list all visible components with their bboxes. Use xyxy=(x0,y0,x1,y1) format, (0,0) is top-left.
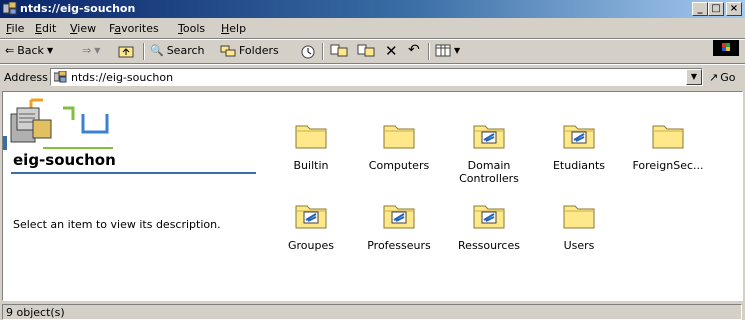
ou-folder-icon xyxy=(563,125,595,149)
address-dropdown-button[interactable]: ▼ xyxy=(686,69,702,85)
folder-item[interactable]: Computers xyxy=(356,120,442,172)
folder-item[interactable]: Domain Controllers xyxy=(446,120,532,185)
views-icon xyxy=(435,44,451,57)
folder-item-label: Professeurs xyxy=(367,239,431,252)
menu-tools[interactable]: Tools xyxy=(178,22,205,35)
dropdown-arrow-icon: ▼ xyxy=(454,46,461,55)
search-icon: 🔍 xyxy=(150,44,164,57)
toolbar-separator xyxy=(428,43,430,60)
move-to-icon xyxy=(330,44,348,57)
directory-icon xyxy=(54,71,67,83)
folder-icon xyxy=(383,125,415,149)
delete-x-icon: ✕ xyxy=(385,42,398,60)
toolbar-separator xyxy=(322,43,324,60)
menu-edit[interactable]: Edit xyxy=(35,22,56,35)
folder-item-label: Computers xyxy=(368,159,430,172)
history-button[interactable] xyxy=(300,44,316,59)
search-label: Search xyxy=(166,44,205,57)
window-title: ntds://eig-souchon xyxy=(20,2,136,15)
close-button[interactable]: × xyxy=(726,2,742,16)
folder-item-label: Domain Controllers xyxy=(459,159,519,185)
folders-icon xyxy=(220,45,236,57)
folder-item-label: Builtin xyxy=(293,159,329,172)
folder-item-label: Users xyxy=(563,239,595,252)
menu-favorites[interactable]: Favorites xyxy=(109,22,159,35)
status-bar: 9 object(s) xyxy=(0,302,745,320)
ou-folder-icon xyxy=(295,205,327,229)
address-input[interactable]: ntds://eig-souchon ▼ xyxy=(50,68,703,86)
copy-to-icon xyxy=(357,44,375,57)
folder-item[interactable]: Builtin xyxy=(268,120,354,172)
dropdown-arrow-icon: ▼ xyxy=(94,46,101,55)
maximize-button[interactable]: □ xyxy=(708,2,724,16)
search-button[interactable]: 🔍 Search xyxy=(150,44,205,57)
minimize-button[interactable]: _ xyxy=(692,2,708,16)
forward-arrow-icon: ⇒ xyxy=(82,44,92,57)
forward-button[interactable]: ⇒ ▼ xyxy=(82,44,100,57)
folder-item-label: Etudiants xyxy=(552,159,606,172)
directory-banner-icon xyxy=(3,92,223,150)
menu-view[interactable]: View xyxy=(70,22,96,35)
menu-bar: File Edit View Favorites Tools Help xyxy=(0,19,745,56)
folder-icon xyxy=(295,125,327,149)
directory-icon xyxy=(3,2,17,15)
folder-item[interactable]: Users xyxy=(536,200,622,252)
menu-file[interactable]: File xyxy=(6,22,24,35)
folder-item-label: Groupes xyxy=(288,239,334,252)
go-label: Go xyxy=(720,71,736,84)
folder-item[interactable]: Professeurs xyxy=(356,200,442,252)
status-text: 9 object(s) xyxy=(2,304,742,320)
copy-to-button[interactable] xyxy=(357,44,375,58)
ou-folder-icon xyxy=(473,125,505,149)
title-divider xyxy=(11,172,256,174)
title-bar: ntds://eig-souchon _ □ × xyxy=(0,0,745,18)
go-arrow-icon: ↗ xyxy=(709,71,719,84)
undo-icon: ↶ xyxy=(408,42,420,58)
ou-folder-icon xyxy=(383,205,415,229)
folder-item-label: ForeignSec... xyxy=(632,159,704,172)
toolbar: ⇐ Back ▼ ⇒ ▼ 🔍 Search Folders ✕ ↶ ▼ xyxy=(0,40,745,63)
delete-button[interactable]: ✕ xyxy=(385,42,398,60)
folder-item-label: Ressources xyxy=(458,239,520,252)
toolbar-separator xyxy=(143,43,145,60)
dropdown-arrow-icon: ▼ xyxy=(46,46,54,55)
folder-title: eig-souchon xyxy=(13,151,116,169)
folder-item[interactable]: ForeignSec... xyxy=(625,120,711,172)
info-pane: eig-souchon Select an item to view its d… xyxy=(3,92,261,300)
address-bar: Address ntds://eig-souchon ▼ ↗ Go xyxy=(0,65,745,89)
go-button[interactable]: ↗ Go xyxy=(709,71,735,84)
folders-label: Folders xyxy=(239,44,279,57)
history-icon xyxy=(301,45,315,59)
address-value: ntds://eig-souchon xyxy=(71,71,174,84)
chevron-down-icon: ▼ xyxy=(690,72,698,81)
content-area: eig-souchon Select an item to view its d… xyxy=(2,91,743,301)
back-label: Back xyxy=(17,44,44,57)
address-label: Address xyxy=(4,71,48,84)
views-button[interactable]: ▼ xyxy=(435,44,460,57)
menu-help[interactable]: Help xyxy=(221,22,246,35)
folder-icon xyxy=(563,205,595,229)
up-folder-icon xyxy=(118,46,134,58)
folder-icon xyxy=(652,125,684,149)
item-description: Select an item to view its description. xyxy=(13,218,221,231)
folder-item[interactable]: Ressources xyxy=(446,200,532,252)
undo-button[interactable]: ↶ xyxy=(408,42,420,58)
back-arrow-icon: ⇐ xyxy=(5,44,15,57)
folder-item[interactable]: Groupes xyxy=(268,200,354,252)
back-button[interactable]: ⇐ Back ▼ xyxy=(5,44,53,57)
folders-button[interactable]: Folders xyxy=(220,44,279,57)
move-to-button[interactable] xyxy=(330,44,348,58)
up-folder-button[interactable] xyxy=(118,44,134,58)
folder-item[interactable]: Etudiants xyxy=(536,120,622,172)
ou-folder-icon xyxy=(473,205,505,229)
